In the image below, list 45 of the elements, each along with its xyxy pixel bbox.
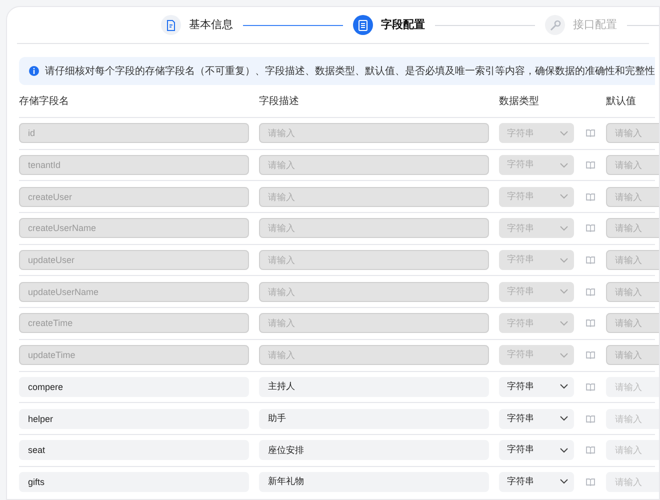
book-icon[interactable]	[586, 129, 594, 138]
chevron-down-icon	[560, 352, 568, 358]
description-input[interactable]: 座位安排	[259, 440, 489, 460]
column-header: 存储字段名	[19, 96, 69, 106]
book-icon[interactable]	[586, 161, 594, 170]
chevron-down-icon	[560, 226, 568, 231]
book-icon[interactable]	[586, 256, 594, 264]
type-select[interactable]: 字符串	[499, 472, 574, 492]
column-header: 默认值	[606, 96, 636, 106]
book-icon[interactable]	[586, 224, 594, 232]
chevron-down-icon	[560, 162, 568, 168]
field-name-input[interactable]: seat	[19, 440, 249, 460]
chevron-down-icon	[560, 479, 568, 484]
type-select[interactable]: 字符串	[499, 408, 574, 429]
step-label[interactable]: 基本信息	[189, 16, 233, 34]
book-icon[interactable]	[586, 192, 594, 201]
column-header: 字段描述	[259, 96, 299, 106]
chevron-down-icon	[560, 289, 568, 294]
book-icon[interactable]	[586, 414, 594, 423]
book-icon[interactable]	[586, 288, 594, 296]
description-input[interactable]: 助手	[259, 408, 489, 429]
book-icon[interactable]	[586, 478, 594, 486]
chevron-down-icon	[560, 194, 568, 200]
info-icon	[29, 66, 39, 76]
step-label[interactable]: 接口配置	[573, 16, 617, 34]
column-header: 数据类型	[499, 96, 539, 106]
type-select[interactable]: 字符串	[499, 440, 574, 460]
notice-text: 请仔细核对每个字段的存储字段名（不可重复）、字段描述、数据类型、默认值、是否必填及唯一索引等内容，确保数据的准确性和完整性	[45, 64, 655, 78]
field-name-input[interactable]: compere	[19, 376, 249, 397]
chevron-down-icon	[560, 320, 568, 326]
description-input[interactable]: 新年礼物	[259, 472, 489, 492]
chevron-down-icon	[560, 384, 568, 390]
book-icon[interactable]	[586, 446, 594, 454]
book-icon[interactable]	[586, 319, 594, 328]
chevron-down-icon	[560, 416, 568, 422]
field-name-input[interactable]: helper	[19, 408, 249, 429]
book-icon[interactable]	[586, 382, 594, 391]
field-name-input[interactable]: gifts	[19, 472, 249, 492]
book-icon[interactable]	[586, 351, 594, 360]
type-select[interactable]: 字符串	[499, 376, 574, 397]
chevron-down-icon	[560, 258, 568, 263]
description-input[interactable]: 主持人	[259, 376, 489, 397]
chevron-down-icon	[560, 448, 568, 453]
step-label[interactable]: 字段配置	[381, 16, 425, 34]
chevron-down-icon	[560, 130, 568, 136]
